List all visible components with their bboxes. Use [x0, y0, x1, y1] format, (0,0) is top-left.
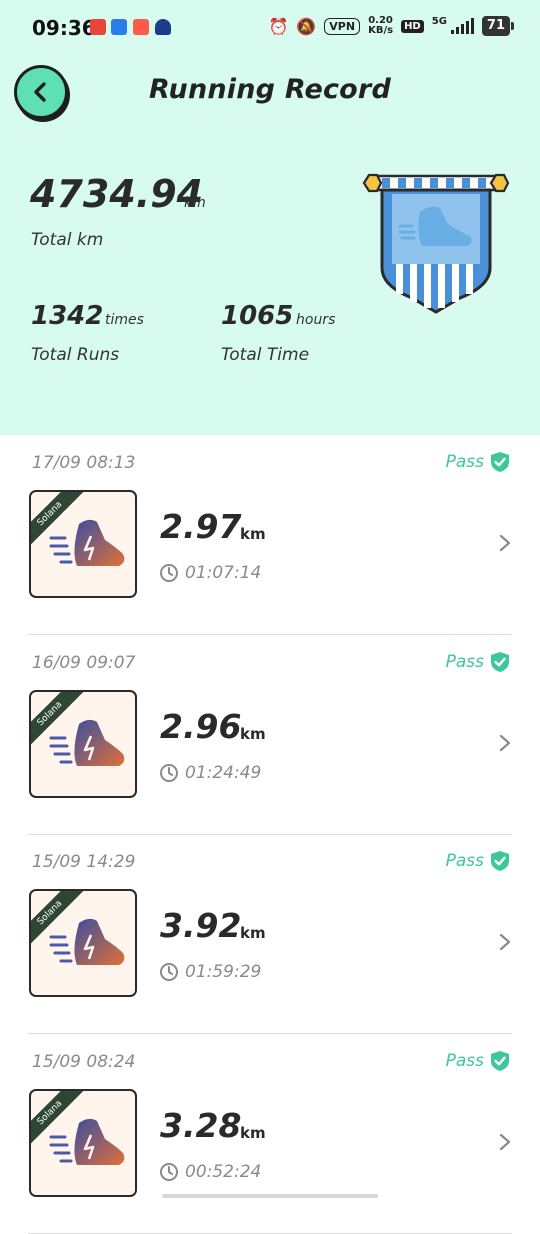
hd-badge: HD: [401, 19, 424, 33]
shield-check-icon: [491, 851, 509, 871]
scroll-indicator: [162, 1194, 378, 1198]
record-distance: 3.92: [160, 906, 242, 945]
notification-app-icon: [155, 19, 171, 35]
clock-icon: [160, 763, 178, 782]
pass-label: Pass: [445, 452, 484, 472]
record-date: 16/09 09:07: [32, 652, 136, 673]
battery-icon: 71: [481, 16, 515, 36]
run-thumbnail: Solana: [29, 1088, 137, 1197]
network-speed: 0.20 KB/s: [368, 16, 393, 36]
record-duration: 01:07:14: [185, 563, 262, 583]
shield-check-icon: [491, 1050, 509, 1071]
running-shoe-icon: [49, 1118, 125, 1165]
chevron-right-icon: [499, 933, 511, 951]
notification-app-icon: [90, 19, 106, 35]
total-runs-value: 1342: [31, 301, 104, 331]
clock-icon: [160, 963, 178, 981]
pass-status: Pass: [446, 850, 510, 872]
status-icons: ⏰ 🔕 VPN 0.20 KB/s HD 5G 71: [268, 16, 515, 36]
record-date: 15/09 08:24: [32, 1051, 136, 1072]
total-km-label: Total km: [31, 230, 104, 250]
alarm-icon: ⏰: [268, 16, 289, 36]
record-duration: 00:52:24: [185, 1161, 262, 1182]
total-time-label: Total Time: [221, 345, 310, 365]
record-distance: 2.97: [160, 507, 242, 546]
total-runs-label: Total Runs: [31, 345, 120, 365]
total-time-value: 1065: [221, 301, 294, 331]
chevron-right-icon: [499, 734, 511, 751]
record-row[interactable]: 17/09 08:13 Pass Solana 2.97 km 01:07:14: [0, 435, 540, 635]
summary-panel: 09:36 ⏰ 🔕 VPN 0.20 KB/s HD 5G 71 Running…: [0, 0, 540, 435]
status-bar: 09:36 ⏰ 🔕 VPN 0.20 KB/s HD 5G 71: [0, 0, 540, 56]
clock-icon: [160, 1162, 178, 1181]
shield-check-icon: [491, 651, 509, 672]
vpn-badge: VPN: [324, 17, 361, 35]
running-shoe-icon: [49, 918, 125, 965]
record-distance-unit: km: [240, 924, 266, 942]
record-distance-unit: km: [240, 1123, 266, 1142]
pass-status: Pass: [446, 451, 510, 473]
notification-app-icon: [111, 19, 127, 35]
mute-bell-icon: 🔕: [296, 16, 317, 36]
running-badge-banner: [362, 173, 510, 314]
total-km-unit: km: [184, 195, 206, 211]
pass-status: Pass: [446, 651, 510, 673]
record-distance-unit: km: [240, 525, 266, 543]
pass-label: Pass: [445, 851, 484, 871]
pass-status: Pass: [446, 1050, 510, 1072]
running-shoe-icon: [49, 719, 125, 766]
clock-icon: [160, 564, 178, 582]
network-type: 5G: [431, 16, 447, 27]
record-date: 15/09 14:29: [32, 852, 136, 872]
total-runs-unit: times: [105, 312, 144, 328]
signal-icon: [450, 18, 474, 34]
run-thumbnail: Solana: [29, 689, 137, 798]
shield-check-icon: [491, 452, 509, 472]
running-shoe-icon: [49, 519, 125, 566]
run-thumbnail: Solana: [29, 889, 137, 997]
row-divider: [28, 1232, 512, 1234]
pass-label: Pass: [445, 651, 484, 672]
notification-app-icon: [133, 19, 149, 35]
record-distance: 3.28: [160, 1105, 242, 1145]
run-thumbnail: Solana: [29, 490, 137, 598]
record-duration: 01:24:49: [185, 762, 262, 783]
page-title: Running Record: [149, 74, 391, 105]
total-km-value: 4734.94: [30, 172, 204, 216]
total-time-unit: hours: [296, 312, 336, 328]
record-duration: 01:59:29: [185, 962, 262, 982]
record-distance-unit: km: [240, 724, 266, 743]
record-row[interactable]: 16/09 09:07 Pass Solana 2.96 km 01:24:49: [0, 635, 540, 835]
record-row[interactable]: 15/09 08:24 Pass Solana 3.28 km 00:52:24: [0, 1034, 540, 1234]
network-speed-unit: KB/s: [368, 25, 394, 36]
status-time: 09:36: [32, 16, 96, 40]
record-distance: 2.96: [160, 706, 242, 746]
record-row[interactable]: 15/09 14:29 Pass Solana 3.92 km 01:59:29: [0, 834, 540, 1034]
pass-label: Pass: [445, 1050, 484, 1071]
chevron-right-icon: [499, 1133, 511, 1150]
record-date: 17/09 08:13: [32, 453, 136, 473]
chevron-right-icon: [499, 534, 511, 552]
